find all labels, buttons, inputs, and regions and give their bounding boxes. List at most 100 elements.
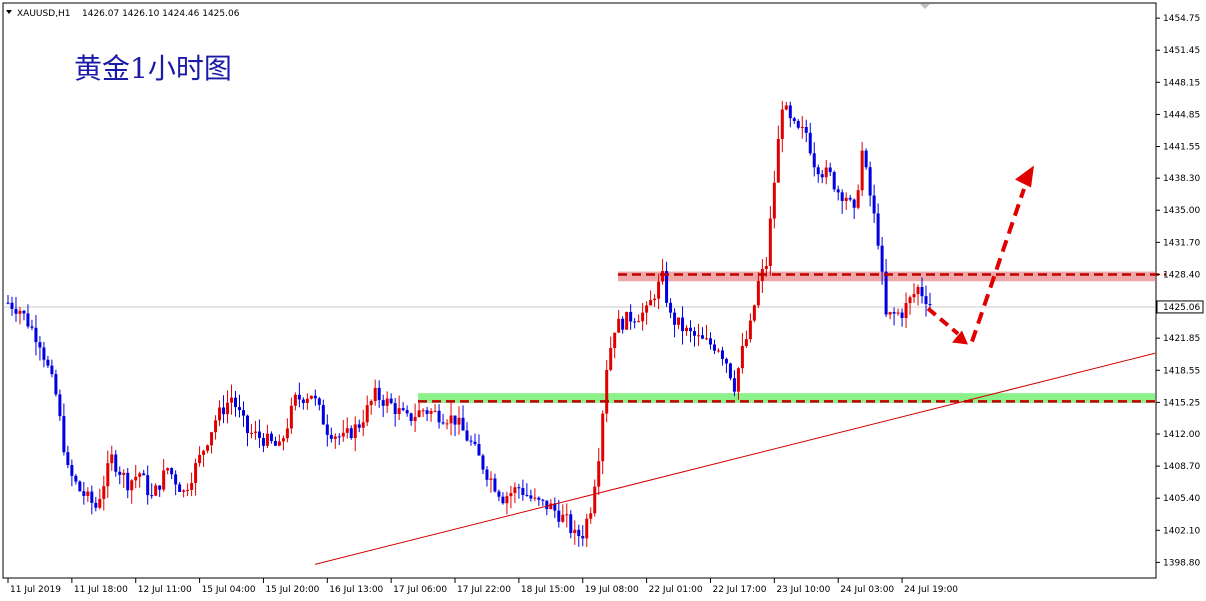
y-tick-label: 1454.75 [1163,14,1200,24]
candle-body [744,339,748,347]
x-tick-label: 22 Jul 01:00 [649,585,703,595]
candle-body [836,189,840,193]
candle-body [289,405,293,429]
candle-body [186,489,190,491]
candle-body [601,413,605,462]
y-tick-label: 1438.30 [1163,174,1200,184]
candle-body [329,434,333,439]
candle-body [198,454,202,464]
candle-body [816,167,820,175]
candle-body [230,397,234,403]
candle-body [122,472,126,475]
candle-body [752,305,756,321]
y-tick-label: 1421.85 [1163,334,1200,344]
candle-body [126,472,130,491]
candle-body [828,167,832,173]
candle-body [641,312,645,322]
candle-body [134,476,138,481]
candle-body [896,312,900,314]
candle-body [285,428,289,439]
candle-body [505,496,509,504]
candle-body [305,398,309,403]
candle-body [413,416,417,421]
candle-body [780,109,784,139]
y-tick-label: 1451.45 [1163,46,1200,56]
candle-body [493,478,497,492]
candle-body [720,350,724,359]
candle-body [541,499,545,501]
candle-body [848,197,852,200]
candle-body [748,320,752,340]
x-tick-label: 11 Jul 18:00 [74,585,128,595]
candle-body [673,312,677,325]
candle-body [10,302,14,309]
candle-body [892,312,896,314]
candle-body [170,468,174,475]
candle-body [409,413,413,421]
y-tick-label: 1418.55 [1163,366,1200,376]
candle-body [629,311,633,322]
candle-body [637,321,641,323]
candle-body [369,401,373,406]
candle-body [321,404,325,425]
candle-body [345,428,349,433]
candle-body [916,287,920,295]
candle-body [234,397,238,408]
candle-body [728,363,732,379]
candle-body [904,303,908,318]
candle-body [712,344,716,351]
candle-body [249,432,253,434]
candle-body [501,496,505,504]
candle-body [353,424,357,439]
candle-body [461,417,465,431]
candle-body [545,500,549,510]
y-tick-label: 1412.00 [1163,430,1200,440]
candle-body [110,454,114,464]
candle-body [210,432,214,446]
candle-body [337,436,341,438]
x-tick-label: 18 Jul 15:00 [521,585,575,595]
candle-body [182,490,186,492]
candle-body [214,420,218,433]
candle-body [265,433,269,446]
candle-body [645,305,649,313]
symbol-label: XAUUSD,H1 [17,9,71,19]
candle-body [788,105,792,119]
candle-body [218,407,222,421]
candle-body [174,474,178,485]
candle-body [58,394,62,417]
candle-body [261,438,265,446]
candle-body [864,150,868,168]
candle-body [277,441,281,446]
candle-body [293,394,297,406]
price-chart[interactable]: XAUUSD,H1 1426.07 1426.10 1424.46 1425.0… [0,0,1206,601]
candle-body [840,192,844,201]
candle-body [162,470,166,490]
candle-body [872,195,876,214]
candle-body [697,335,701,337]
candle-body [649,300,653,306]
candle-body [178,484,182,492]
candle-body [633,321,637,323]
x-tick-label: 15 Jul 04:00 [202,585,256,595]
candle-body [784,105,788,110]
y-tick-label: 1408.70 [1163,462,1200,472]
candle-body [389,398,393,404]
candle-body [653,298,657,301]
candle-body [489,478,493,480]
candle-body [202,450,206,455]
candle-body [365,405,369,423]
candle-body [868,167,872,196]
x-tick-label: 24 Jul 03:00 [840,585,894,595]
candle-body [557,510,561,522]
candle-body [661,271,665,282]
candle-body [876,213,880,246]
candle-body [888,312,892,315]
candle-body [589,513,593,519]
candle-body [429,411,433,414]
candle-body [704,338,708,340]
candle-body [561,514,565,522]
x-tick-label: 15 Jul 20:00 [265,585,319,595]
candle-body [245,415,249,433]
candle-body [42,347,46,360]
